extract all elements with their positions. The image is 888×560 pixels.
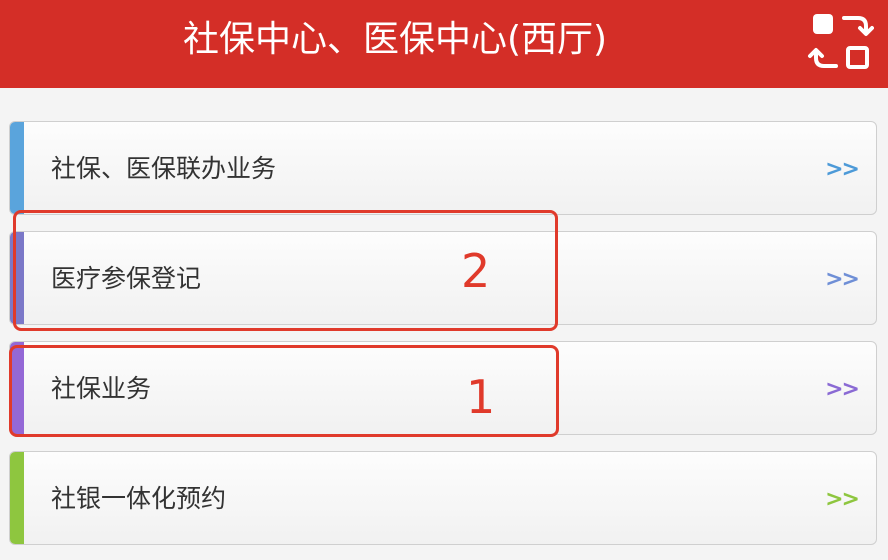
menu-item-accent (10, 122, 24, 214)
menu-item-label: 社保、医保联办业务 (51, 154, 277, 183)
menu-item-joint-services[interactable]: 社保、医保联办业务 >> (9, 121, 877, 215)
chevron-right-icon: >> (825, 267, 860, 292)
annotation-number-1: 1 (466, 370, 496, 424)
chevron-right-icon: >> (825, 487, 860, 512)
chevron-right-icon: >> (825, 377, 860, 402)
menu-item-bank-appointment[interactable]: 社银一体化预约 >> (9, 451, 877, 545)
chevron-right-icon: >> (825, 157, 860, 182)
page-title: 社保中心、医保中心(西厅) (182, 19, 608, 60)
switch-layout-button[interactable] (806, 10, 874, 74)
app-header: 社保中心、医保中心(西厅) (0, 0, 888, 88)
menu-item-accent (10, 452, 24, 544)
switch-layout-icon (808, 14, 874, 69)
annotation-number-2: 2 (461, 244, 491, 298)
menu-item-label: 社银一体化预约 (51, 484, 227, 513)
